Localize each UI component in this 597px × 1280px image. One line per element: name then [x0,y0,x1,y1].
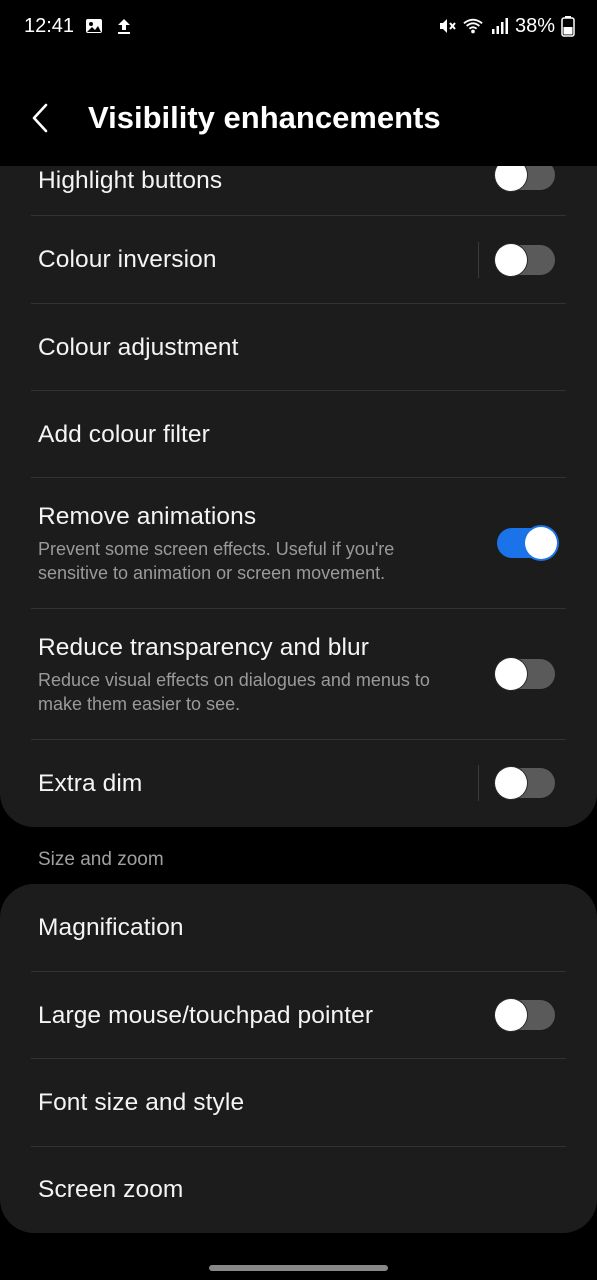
setting-description: Reduce visual effects on dialogues and m… [38,669,430,714]
wifi-icon [463,16,483,36]
toggle-knob [495,999,527,1031]
setting-magnification[interactable]: Magnification [0,884,597,971]
mute-icon [437,16,457,36]
setting-title: Remove animations [38,502,257,530]
status-right: 38% [437,15,575,38]
colour-inversion-toggle[interactable] [495,244,555,276]
setting-title: Colour inversion [38,245,217,273]
toggle-knob [495,767,527,799]
status-bar: 12:41 38% [0,0,597,52]
battery-percent: 38% [514,14,555,37]
toggle-knob [495,166,527,191]
setting-description: Prevent some screen effects. Useful if y… [38,538,395,583]
setting-title: Screen zoom [38,1176,184,1203]
remove-animations-toggle[interactable] [497,527,557,559]
gallery-icon [84,16,104,36]
home-indicator[interactable] [209,1265,388,1271]
toggle-knob [495,658,527,690]
signal-icon [489,16,509,36]
setting-colour-adjustment[interactable]: Colour adjustment [0,304,597,391]
setting-screen-zoom[interactable]: Screen zoom [0,1147,597,1233]
toggle-knob [495,244,527,276]
extra-dim-toggle[interactable] [495,767,555,799]
header: Visibility enhancements [0,88,597,148]
large-pointer-toggle[interactable] [495,999,555,1031]
status-left: 12:41 [24,15,134,38]
upload-icon [114,16,134,36]
page-title: Visibility enhancements [88,100,441,135]
setting-title: Magnification [38,913,184,941]
toggle-knob [525,527,557,559]
visibility-settings-card: Highlight buttons Colour inversion Colou… [0,166,597,827]
reduce-transparency-toggle[interactable] [495,658,555,690]
setting-add-colour-filter[interactable]: Add colour filter [0,391,597,478]
setting-title: Highlight buttons [38,167,223,194]
setting-title: Colour adjustment [38,333,239,361]
setting-title: Reduce transparency and blur [38,633,370,661]
separator [478,765,479,801]
battery-icon [561,16,575,37]
setting-title: Add colour filter [38,420,210,448]
setting-title: Extra dim [38,769,143,797]
back-arrow-icon [32,103,48,133]
separator [478,242,479,278]
clock: 12:41 [24,14,75,37]
size-zoom-card: Magnification Large mouse/touchpad point… [0,884,597,1233]
setting-font-size-style[interactable]: Font size and style [0,1059,597,1146]
back-button[interactable] [28,88,88,148]
setting-title: Font size and style [38,1088,245,1116]
setting-title: Large mouse/touchpad pointer [38,1001,374,1029]
highlight-buttons-toggle[interactable] [495,166,555,191]
section-label-size-zoom: Size and zoom [38,849,164,870]
